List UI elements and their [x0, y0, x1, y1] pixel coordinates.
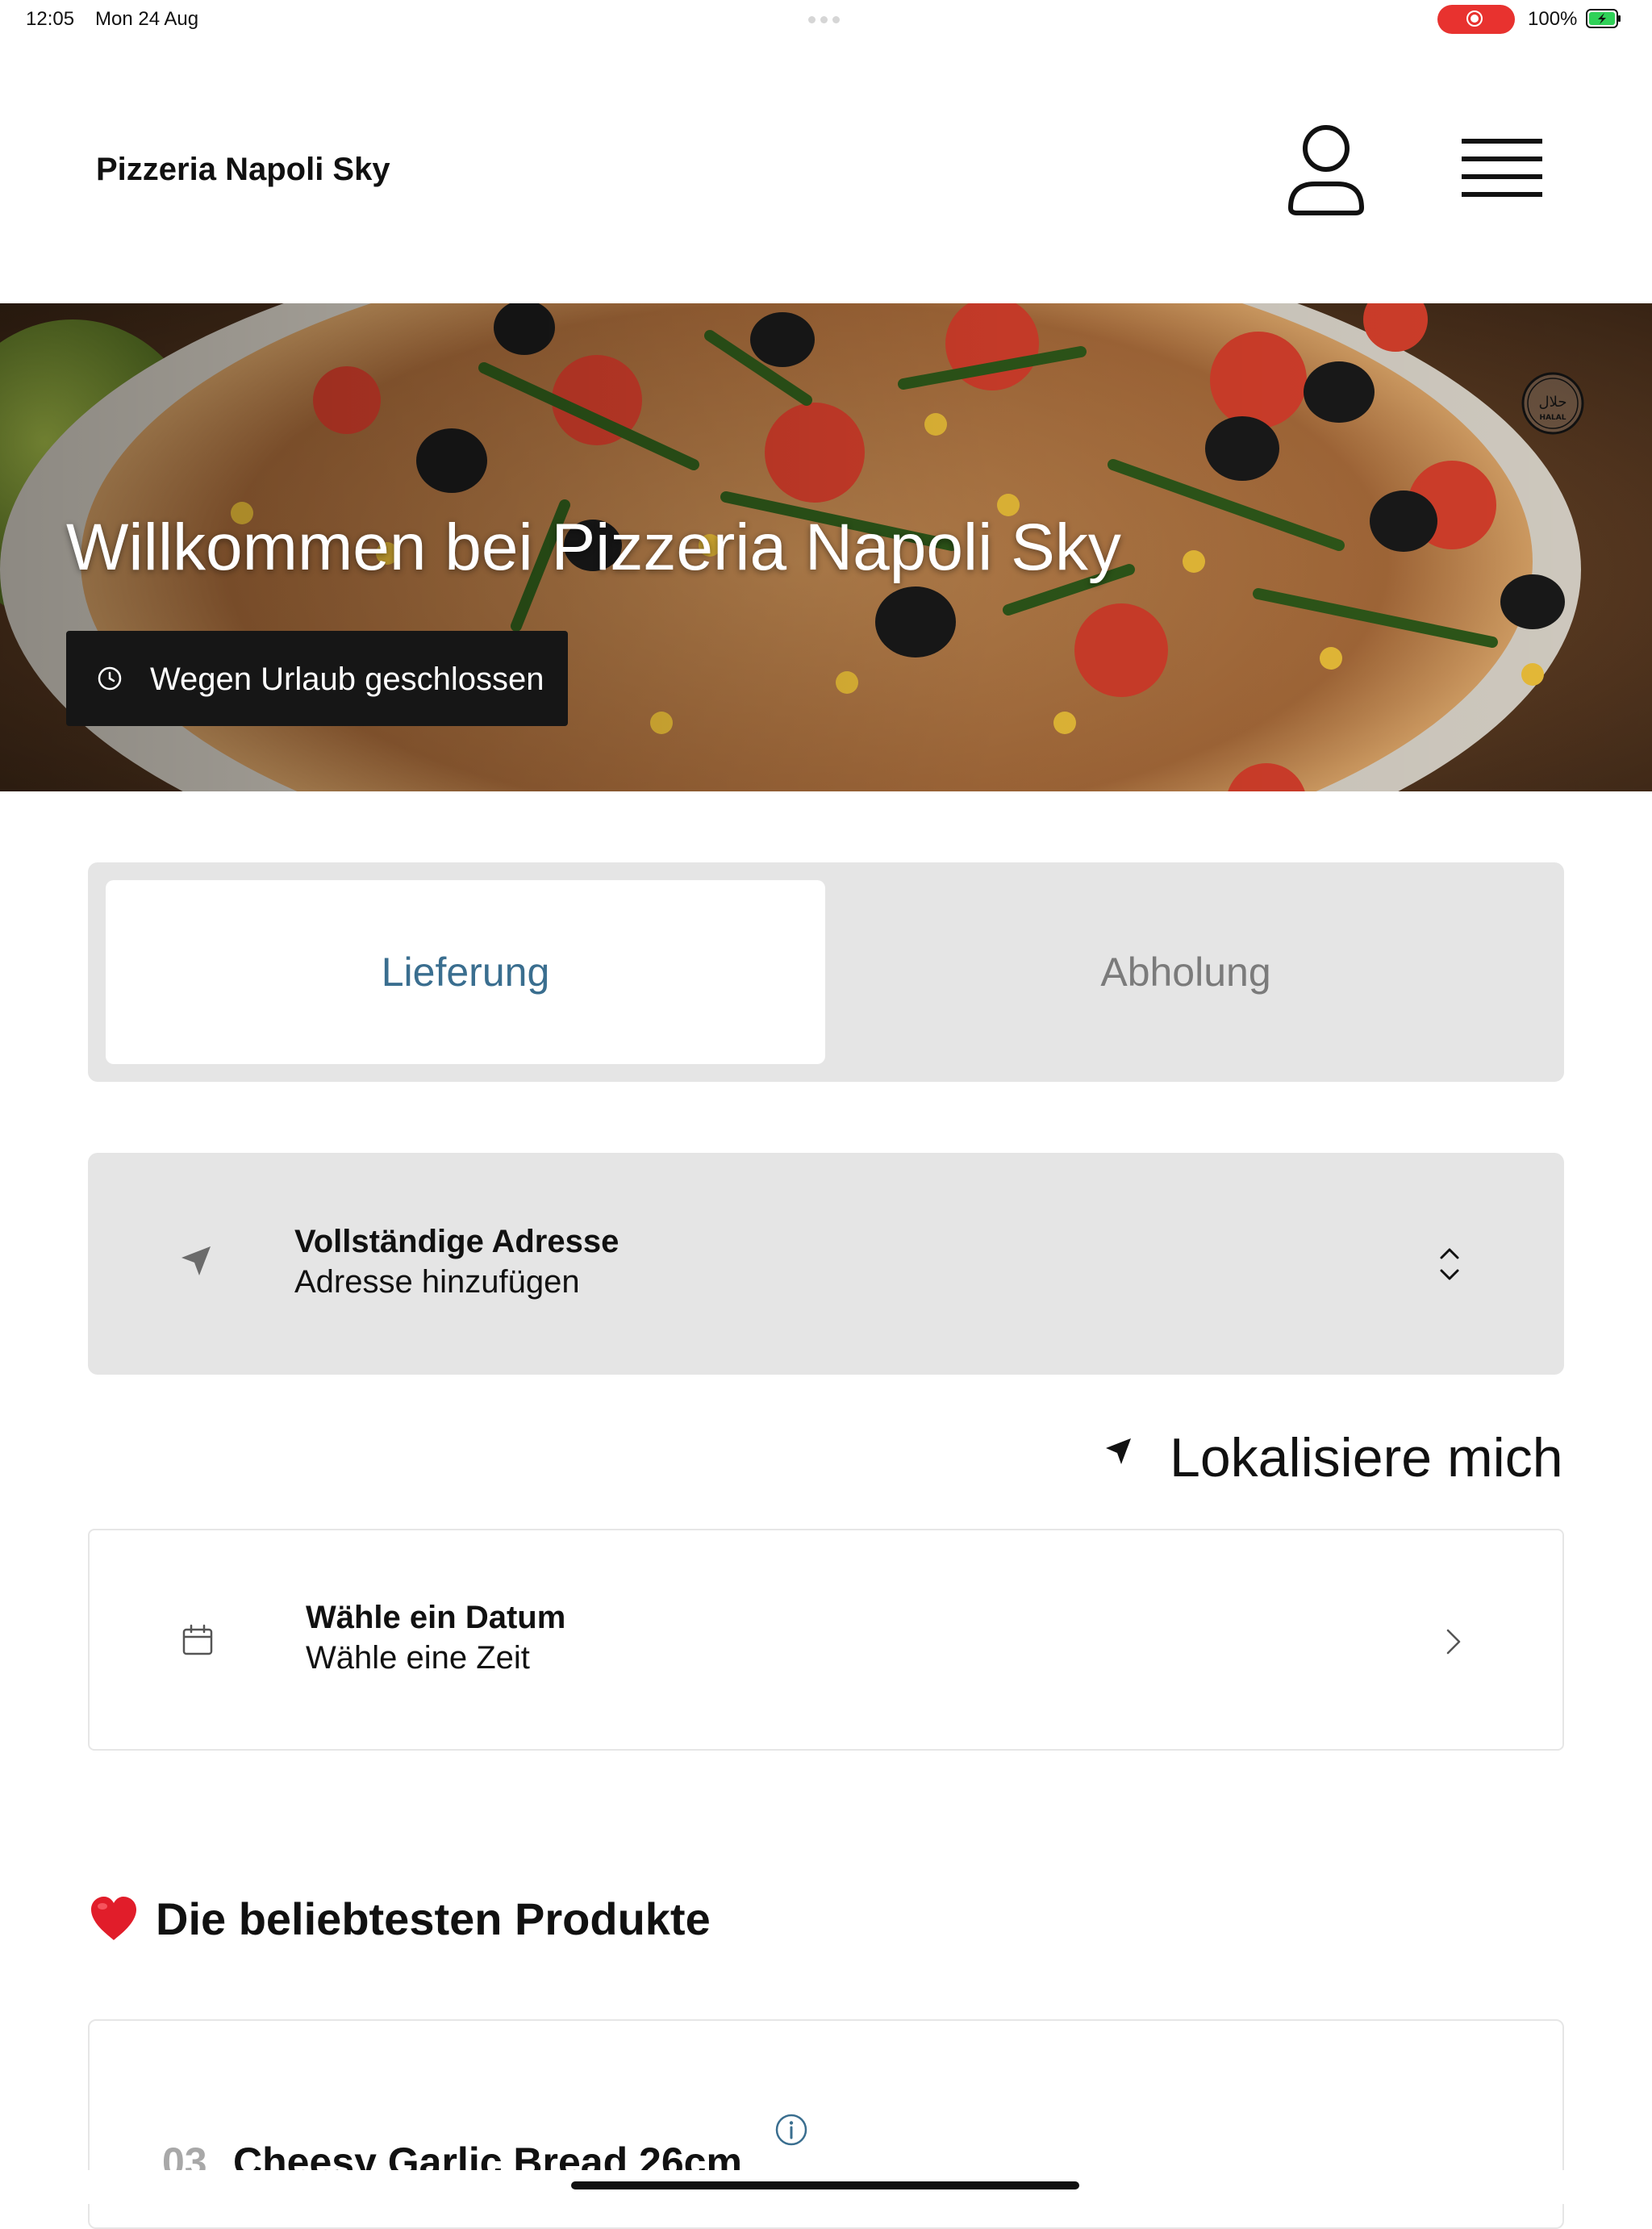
closed-status-text: Wegen Urlaub geschlossen [150, 662, 544, 697]
clock-icon [98, 666, 122, 691]
tab-lieferung-label: Lieferung [381, 950, 550, 995]
address-selector[interactable]: Vollständige Adresse Adresse hinzufügen [88, 1153, 1564, 1375]
chevron-up-down-icon [1440, 1248, 1459, 1280]
screen-recording-indicator[interactable] [1437, 5, 1515, 34]
battery-percentage: 100% [1528, 8, 1578, 30]
popular-products-heading: Die beliebtesten Produkte [88, 1889, 711, 1947]
halal-text: HALAL [1540, 414, 1566, 422]
popular-products-title: Die beliebtesten Produkte [156, 1893, 711, 1944]
chevron-right-icon [1446, 1629, 1461, 1655]
locate-me-label: Lokalisiere mich [1170, 1427, 1563, 1488]
status-date: Mon 24 Aug [95, 8, 199, 30]
multitasking-dots-icon[interactable] [808, 16, 840, 23]
tab-abholung-label: Abholung [1100, 950, 1271, 995]
tab-lieferung[interactable]: Lieferung [106, 880, 825, 1064]
status-bar: 12:05 Mon 24 Aug 100% [0, 0, 1652, 40]
hero-banner: حلال HALAL Willkommen bei Pizzeria Napol… [0, 303, 1652, 791]
location-arrow-icon [1106, 1438, 1131, 1464]
brand-name[interactable]: Pizzeria Napoli Sky [96, 152, 390, 188]
heart-icon [91, 1897, 136, 1940]
status-time: 12:05 [26, 8, 75, 30]
date-time-selector[interactable]: Wähle ein Datum Wähle eine Zeit [88, 1529, 1564, 1751]
time-subtitle: Wähle eine Zeit [306, 1640, 530, 1676]
address-subtitle: Adresse hinzufügen [294, 1264, 580, 1300]
address-title: Vollständige Adresse [294, 1224, 620, 1259]
halal-arabic-text: حلال [1539, 394, 1567, 411]
home-indicator[interactable] [571, 2181, 1079, 2189]
welcome-title: Willkommen bei Pizzeria Napoli Sky [66, 511, 1121, 584]
location-arrow-icon [181, 1246, 211, 1275]
user-account-icon[interactable] [1284, 121, 1368, 218]
hamburger-menu-icon[interactable] [1457, 131, 1547, 211]
calendar-icon [182, 1624, 213, 1655]
halal-badge-icon: حلال HALAL [1521, 372, 1584, 435]
battery-charging-icon [1586, 9, 1621, 28]
locate-me-button[interactable]: Lokalisiere mich [1103, 1421, 1563, 1488]
info-icon[interactable] [774, 2113, 808, 2147]
closed-status-badge: Wegen Urlaub geschlossen [66, 631, 568, 726]
date-title: Wähle ein Datum [306, 1600, 566, 1635]
tab-abholung[interactable]: Abholung [825, 880, 1546, 1064]
order-type-toggle: Lieferung Abholung [88, 862, 1564, 1082]
